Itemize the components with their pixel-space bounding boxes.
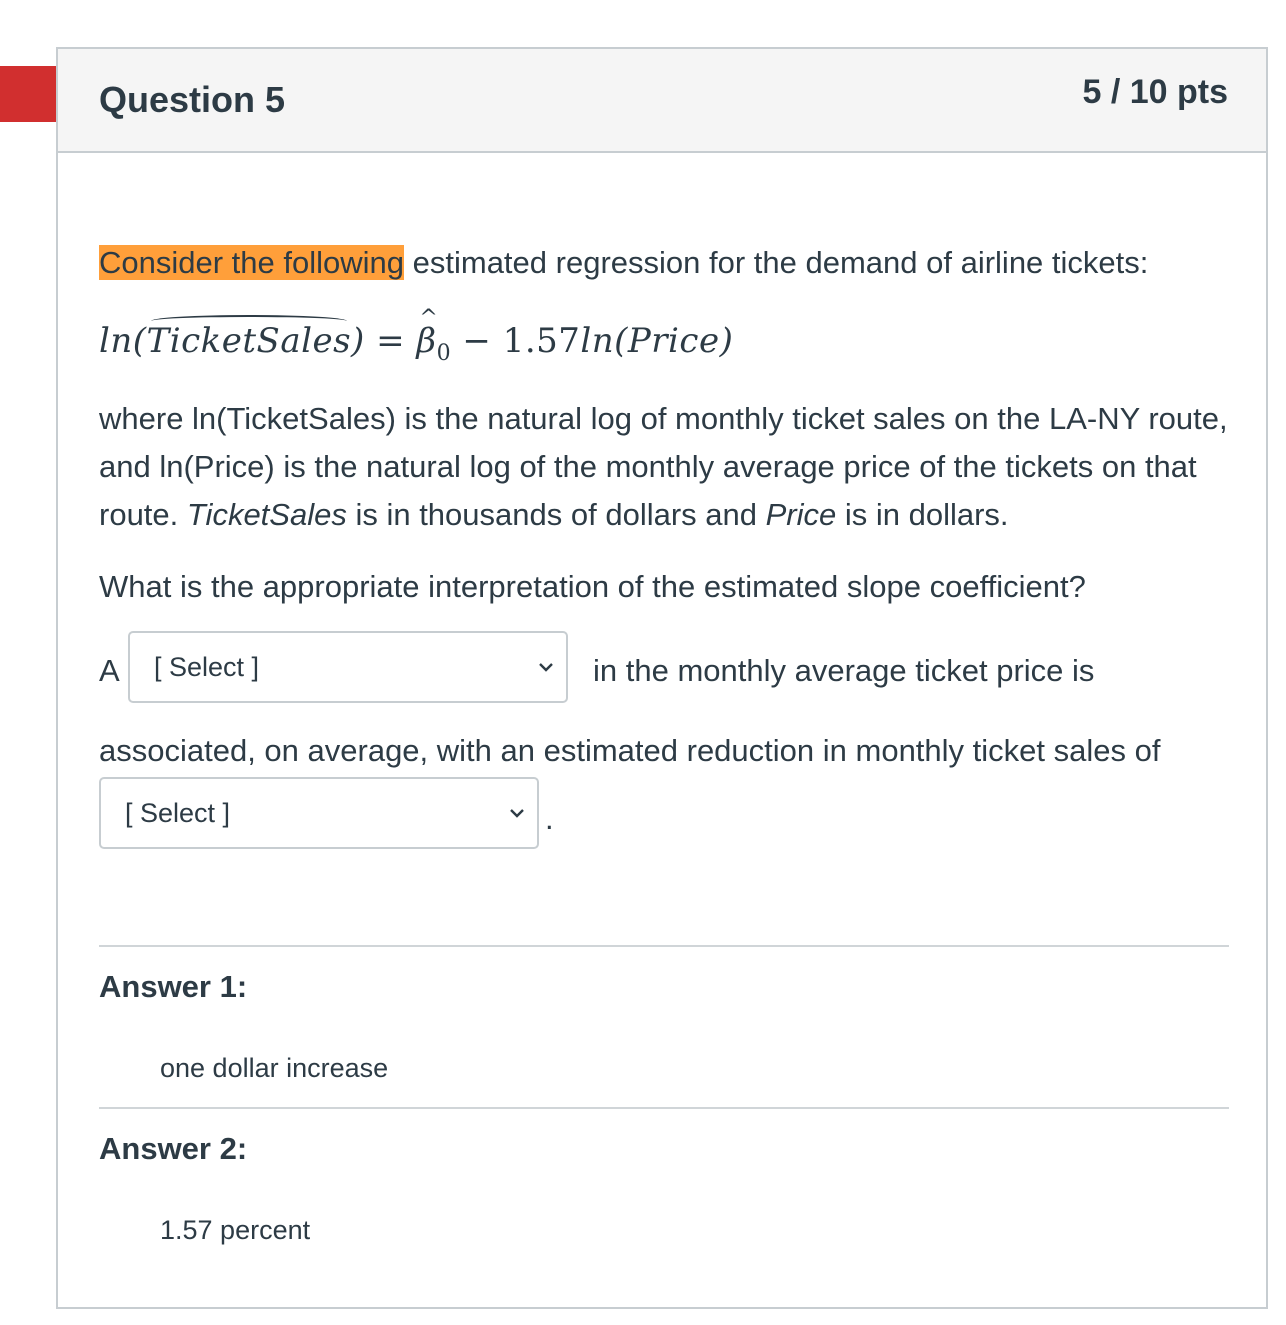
formula-coefficient: 1.57	[502, 321, 581, 361]
formula-rhs: ln(Price)	[580, 321, 734, 361]
sentence-line-3: [ Select ] .	[99, 777, 1229, 853]
regression-formula: ln(TicketSales) = β0 − 1.57ln(Price)	[99, 295, 1229, 381]
description-part-3: is in dollars.	[836, 497, 1009, 532]
answer-2-value: 1.57 percent	[160, 1215, 311, 1245]
sentence-end: .	[545, 801, 554, 836]
formula-hat-ticketsales: TicketSales	[147, 315, 352, 365]
description-part-2: is in thousands of dollars and	[346, 497, 766, 532]
divider	[99, 1107, 1229, 1109]
answer-2-label: Answer 2:	[99, 1131, 248, 1166]
sentence-line-2: associated, on average, with an estimate…	[99, 733, 1161, 768]
sentence-start: A	[99, 653, 120, 688]
intro-text: Consider the following estimated regress…	[99, 239, 1229, 287]
sentence-middle: in the monthly average ticket price is	[593, 653, 1095, 688]
description-text: where ln(TicketSales) is the natural log…	[99, 395, 1229, 539]
formula-minus: −	[451, 321, 503, 361]
select-dropdown-1[interactable]: [ Select ]	[128, 631, 568, 703]
answer-1-label: Answer 1:	[99, 969, 248, 1004]
answer-1-value: one dollar increase	[160, 1053, 389, 1083]
formula-beta-subscript: 0	[436, 341, 452, 366]
question-prompt: What is the appropriate interpretation o…	[99, 569, 1086, 604]
question-header: Question 5 5 / 10 pts	[58, 49, 1266, 153]
question-body: Consider the following estimated regress…	[99, 239, 1229, 611]
formula-lhs-suffix: )	[351, 321, 365, 361]
description-ticketsales: TicketSales	[186, 497, 347, 532]
select-1-value: [ Select ]	[154, 652, 260, 682]
question-title: Question 5	[99, 79, 286, 120]
select-dropdown-2[interactable]: [ Select ]	[99, 777, 539, 849]
formula-lhs-prefix: ln(	[99, 321, 147, 361]
formula-equals: =	[364, 321, 417, 361]
highlighted-text: Consider the following	[99, 245, 405, 280]
question-card: Question 5 5 / 10 pts Consider the follo…	[56, 47, 1268, 1309]
select-2-value: [ Select ]	[125, 798, 231, 828]
intro-rest: estimated regression for the demand of a…	[404, 245, 1149, 280]
chevron-down-icon	[510, 809, 524, 818]
question-points: 5 / 10 pts	[1082, 73, 1228, 111]
divider	[99, 945, 1229, 947]
description-price: Price	[765, 497, 837, 532]
sentence-line-1: A [ Select ] in the monthly average tick…	[99, 631, 1229, 707]
formula-beta: β	[416, 295, 438, 365]
chevron-down-icon	[539, 663, 553, 672]
